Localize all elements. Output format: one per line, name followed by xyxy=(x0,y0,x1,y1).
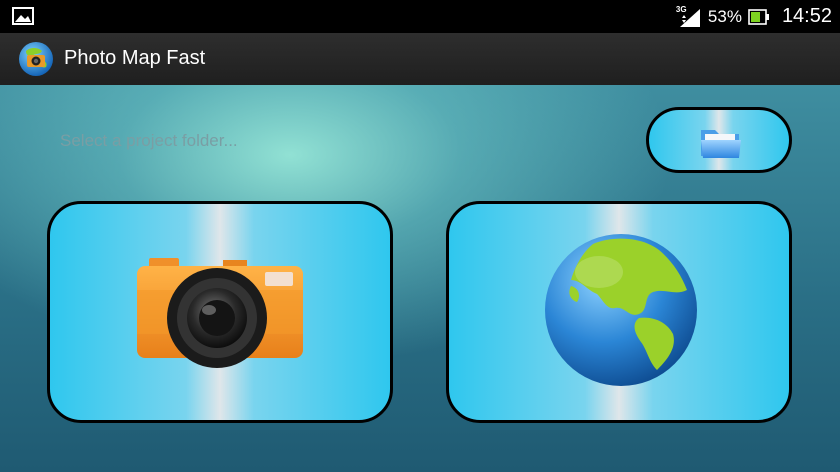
globe-camera-icon xyxy=(19,42,53,76)
select-folder-button[interactable] xyxy=(646,107,792,173)
battery-icon xyxy=(748,8,769,25)
folder-icon xyxy=(701,130,741,158)
globe-icon xyxy=(545,234,697,386)
folder-placeholder-text: Select a project folder... xyxy=(60,131,238,150)
map-button[interactable] xyxy=(446,201,792,423)
app-title: Photo Map Fast xyxy=(64,47,206,69)
status-bar: 3G 53% 14:52 xyxy=(0,0,840,33)
signal-icon: 3G xyxy=(676,5,702,29)
action-bar: Photo Map Fast xyxy=(0,33,840,85)
camera-icon xyxy=(137,258,303,368)
gallery-icon xyxy=(12,7,34,25)
clock: 14:52 xyxy=(781,5,832,27)
main-content: Select a project folder... xyxy=(0,85,840,472)
camera-button[interactable] xyxy=(47,201,393,423)
battery-percent: 53% xyxy=(707,6,742,26)
